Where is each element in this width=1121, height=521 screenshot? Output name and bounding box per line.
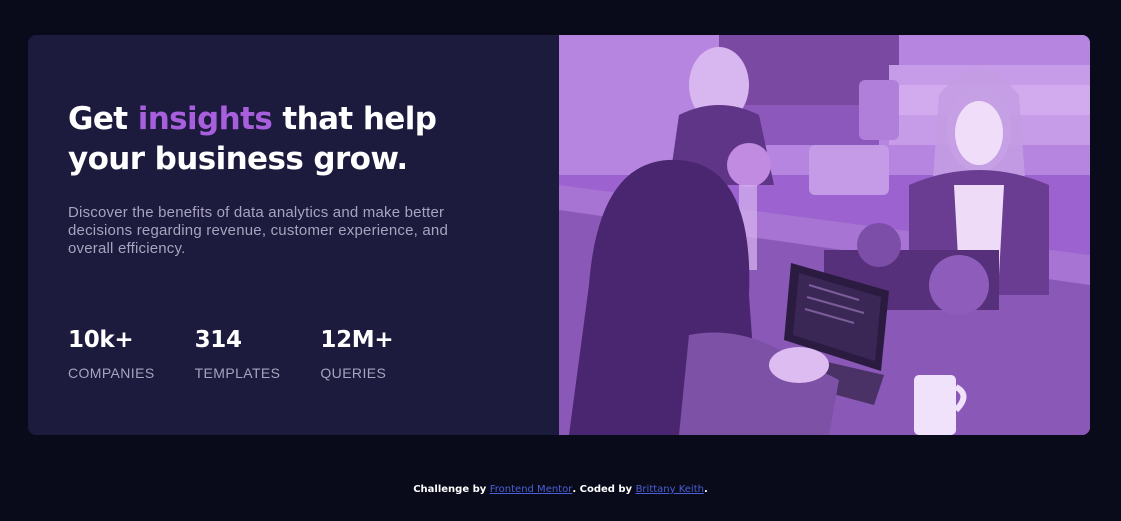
stat-value: 12M+ — [320, 327, 394, 353]
footer-middle: . Coded by — [572, 484, 636, 495]
footer-suffix: . — [703, 484, 708, 495]
stat-label: TEMPLATES — [194, 365, 281, 381]
office-photo-illustration — [559, 35, 1090, 435]
description: Discover the benefits of data analytics … — [68, 204, 448, 257]
stat-label: COMPANIES — [68, 365, 155, 381]
stats-preview-card: Get insights that help your business gro… — [28, 35, 1090, 435]
headline-accent: insights — [137, 101, 273, 137]
attribution-footer: Challenge by Frontend Mentor. Coded by B… — [0, 484, 1121, 495]
stat-templates: 314 TEMPLATES — [195, 325, 281, 381]
stats-row: 10k+ COMPANIES 314 TEMPLATES 12M+ QUERIE… — [68, 325, 433, 381]
footer-prefix: Challenge by — [413, 484, 490, 495]
frontend-mentor-link[interactable]: Frontend Mentor — [490, 484, 573, 495]
author-link[interactable]: Brittany Keith — [636, 484, 704, 495]
stat-value: 10k+ — [68, 327, 134, 353]
headline: Get insights that help your business gro… — [68, 99, 488, 179]
stat-queries: 12M+ QUERIES — [320, 325, 393, 381]
stat-companies: 10k+ COMPANIES — [68, 325, 155, 381]
stat-value: 314 — [194, 327, 242, 353]
headline-start: Get — [68, 101, 138, 137]
office-photo — [559, 35, 1090, 435]
card-content: Get insights that help your business gro… — [28, 35, 559, 435]
stat-label: QUERIES — [320, 365, 387, 381]
